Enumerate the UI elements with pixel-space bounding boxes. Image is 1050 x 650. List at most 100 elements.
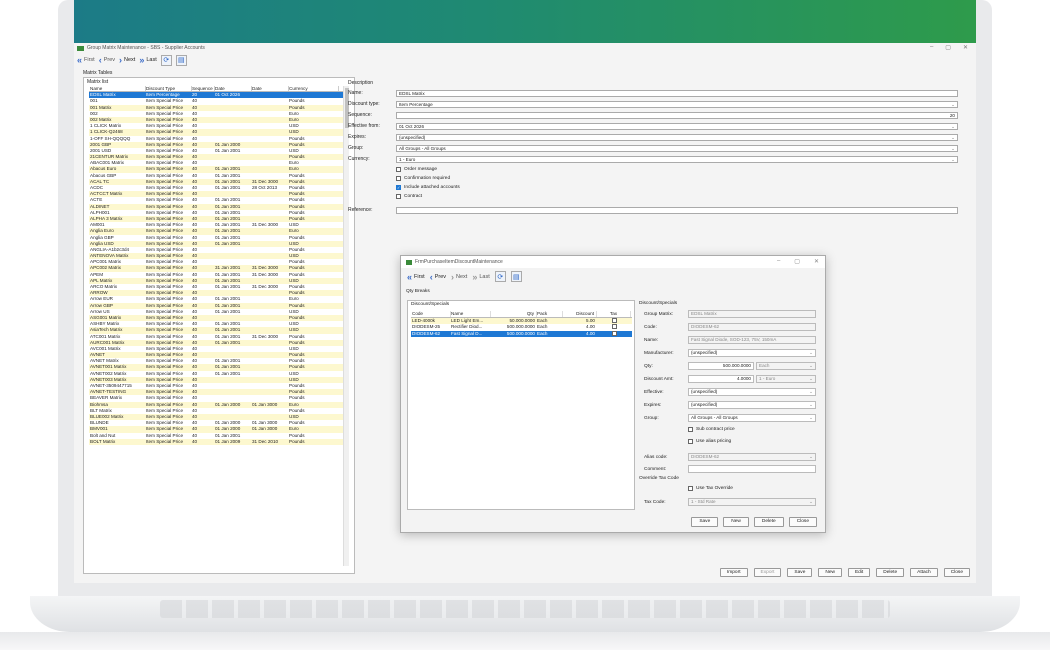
reference-field[interactable] bbox=[396, 206, 958, 214]
dialog-delete-button[interactable]: Delete bbox=[753, 517, 784, 527]
checkbox-icon bbox=[611, 317, 617, 323]
column-currency[interactable]: Currency bbox=[289, 86, 339, 92]
name-label: Name: bbox=[348, 90, 363, 96]
column-discount-type[interactable]: Discount Type bbox=[146, 86, 192, 92]
close-window-button[interactable]: ✕ bbox=[963, 44, 968, 51]
group-row: Group: All Groups - All Groups ⌄ bbox=[348, 144, 958, 152]
manufacturer-select[interactable]: (unspecified) ⌄ bbox=[688, 349, 816, 357]
dialog-next-button[interactable]: › Next bbox=[451, 272, 467, 281]
group-matrix-row: Group Matrix: EDSL Matrix bbox=[644, 310, 816, 318]
name-field[interactable]: EDSL Matrix bbox=[396, 89, 958, 97]
refresh-icon[interactable]: ⟳ bbox=[160, 54, 172, 66]
details-title: Discount/Specials bbox=[639, 301, 678, 306]
new-button[interactable]: New bbox=[818, 568, 842, 577]
sequence-field[interactable]: 20 bbox=[396, 111, 958, 119]
qty-field[interactable]: 500.000.0000 bbox=[688, 362, 754, 370]
group-label: Group: bbox=[348, 145, 364, 151]
code-row: Code: DIODESM-62 bbox=[644, 323, 816, 331]
column-sequence[interactable]: Sequence bbox=[192, 86, 215, 92]
comment-row: Comment: bbox=[644, 465, 816, 473]
expires-row: Expires: (unspecified) ⌄ bbox=[348, 133, 958, 141]
alias-code-select[interactable]: DIODESM-62 ⌄ bbox=[688, 453, 816, 461]
next-button[interactable]: › Next bbox=[119, 56, 135, 65]
dialog-new-button[interactable]: New bbox=[723, 517, 749, 527]
column-code[interactable]: Code bbox=[411, 311, 451, 317]
column-name[interactable]: Name bbox=[451, 311, 491, 317]
minimize-button[interactable]: – bbox=[930, 44, 933, 51]
currency-row: Currency: 1 - Euro ⌄ bbox=[348, 155, 958, 163]
edit-button[interactable]: Edit bbox=[847, 568, 871, 577]
column-qty[interactable]: Qty bbox=[491, 311, 537, 317]
effective-select[interactable]: 01 Oct 2026 ⌄ bbox=[396, 122, 958, 130]
group-select[interactable]: All Groups - All Groups ⌄ bbox=[396, 144, 958, 152]
maximize-button[interactable]: ▢ bbox=[945, 44, 951, 51]
dialog-first-button[interactable]: «First bbox=[407, 272, 425, 281]
save-button[interactable]: Save bbox=[787, 568, 813, 577]
print-icon[interactable]: ▤ bbox=[175, 54, 187, 66]
prev-icon: ‹ bbox=[98, 55, 102, 65]
discount-row[interactable]: DIODESM-62 Fast Signal D... 500.000.0000 Ea… bbox=[411, 330, 632, 338]
table-cell: BOLT Matrix bbox=[90, 438, 116, 444]
prev-button[interactable]: ‹ Prev bbox=[98, 55, 115, 65]
table-cell: 31 Dec 2010 bbox=[252, 438, 279, 444]
discount-currency-select[interactable]: 1 - Euro ⌄ bbox=[756, 375, 816, 383]
delete-button[interactable]: Delete bbox=[876, 568, 905, 577]
column-tax[interactable]: Tax bbox=[597, 311, 631, 317]
checkbox-icon bbox=[396, 167, 401, 172]
group-select[interactable]: All Groups - All Groups ⌄ bbox=[688, 414, 816, 422]
tax-code-select[interactable]: 1 - Std Rate ⌄ bbox=[688, 498, 816, 506]
first-button[interactable]: «First bbox=[77, 56, 95, 65]
group-matrix-field: EDSL Matrix bbox=[688, 310, 816, 318]
order-message-checkbox[interactable]: Order message bbox=[396, 166, 437, 173]
expires-select[interactable]: (unspecified) ⌄ bbox=[688, 401, 816, 409]
column-pack[interactable]: Pack bbox=[537, 311, 563, 317]
expires-label: Expires: bbox=[644, 402, 662, 408]
qty-breaks-tab[interactable]: Qty Breaks bbox=[406, 289, 430, 294]
dialog-save-button[interactable]: Save bbox=[691, 517, 719, 527]
column-name[interactable]: Name bbox=[89, 86, 146, 92]
column-discount[interactable]: Discount bbox=[563, 311, 597, 317]
include-attached-checkbox[interactable]: ✓ Include attached accounts bbox=[396, 184, 460, 191]
dialog-window-controls: – ▢ ✕ bbox=[777, 258, 819, 265]
dialog-minimize-button[interactable]: – bbox=[777, 258, 780, 265]
print-icon[interactable]: ▤ bbox=[510, 271, 522, 282]
table-row[interactable]: BOLT Matrix Item Special Price 40 01 Jan 20… bbox=[89, 438, 347, 445]
qty-unit-select[interactable]: Each ⌄ bbox=[756, 362, 816, 370]
effective-label: Effective: bbox=[644, 389, 664, 395]
contract-checkbox[interactable]: Contract bbox=[396, 193, 422, 200]
import-button[interactable]: Import bbox=[719, 568, 748, 577]
item-name-field: Fast Signal Diode, SOD-123, 75V, 150mA bbox=[688, 336, 816, 344]
sub-contract-checkbox[interactable]: Sub contract price bbox=[688, 427, 735, 432]
last-button[interactable]: » Last bbox=[139, 55, 156, 65]
dialog-close-button[interactable]: Close bbox=[788, 517, 817, 527]
dialog-maximize-button[interactable]: ▢ bbox=[794, 258, 800, 265]
comment-field[interactable] bbox=[688, 465, 816, 473]
refresh-icon[interactable]: ⟳ bbox=[494, 271, 506, 282]
dialog-last-button[interactable]: » Last bbox=[472, 272, 489, 281]
sequence-row: Sequence: 20 bbox=[348, 111, 958, 119]
discount-type-select[interactable]: Item Percentage ⌄ bbox=[396, 100, 958, 108]
dialog-close-icon[interactable]: ✕ bbox=[814, 258, 819, 265]
expires-select[interactable]: (unspecified) ⌄ bbox=[396, 133, 958, 141]
column-date-from[interactable]: Date bbox=[215, 86, 252, 92]
override-tax-title: Override Tax Code bbox=[639, 476, 679, 481]
chevron-down-icon: ⌄ bbox=[809, 402, 813, 407]
group-label: Group: bbox=[644, 415, 659, 421]
matrix-table: Name Discount Type Sequence Date Date Cu… bbox=[89, 86, 347, 445]
attach-button[interactable]: Attach bbox=[910, 568, 938, 577]
column-date-to[interactable]: Date bbox=[252, 86, 289, 92]
currency-select[interactable]: 1 - Euro ⌄ bbox=[396, 155, 958, 163]
discount-amt-field[interactable]: 4.0000 bbox=[688, 375, 754, 383]
dialog-prev-button[interactable]: ‹ Prev bbox=[430, 272, 446, 281]
confirmation-required-checkbox[interactable]: Confirmation required bbox=[396, 175, 450, 182]
use-tax-override-checkbox[interactable]: Use Tax Override bbox=[688, 486, 733, 491]
discount-cell: Fast Signal D... bbox=[451, 330, 483, 336]
tax-checkbox[interactable] bbox=[597, 330, 631, 338]
export-button[interactable]: Export bbox=[753, 568, 782, 577]
last-icon: » bbox=[139, 55, 145, 65]
effective-select[interactable]: (unspecified) ⌄ bbox=[688, 388, 816, 396]
app-icon bbox=[77, 45, 84, 51]
discount-cell: Each bbox=[537, 330, 548, 336]
close-button[interactable]: Close bbox=[943, 568, 970, 577]
use-alias-checkbox[interactable]: Use alias pricing bbox=[688, 439, 731, 444]
